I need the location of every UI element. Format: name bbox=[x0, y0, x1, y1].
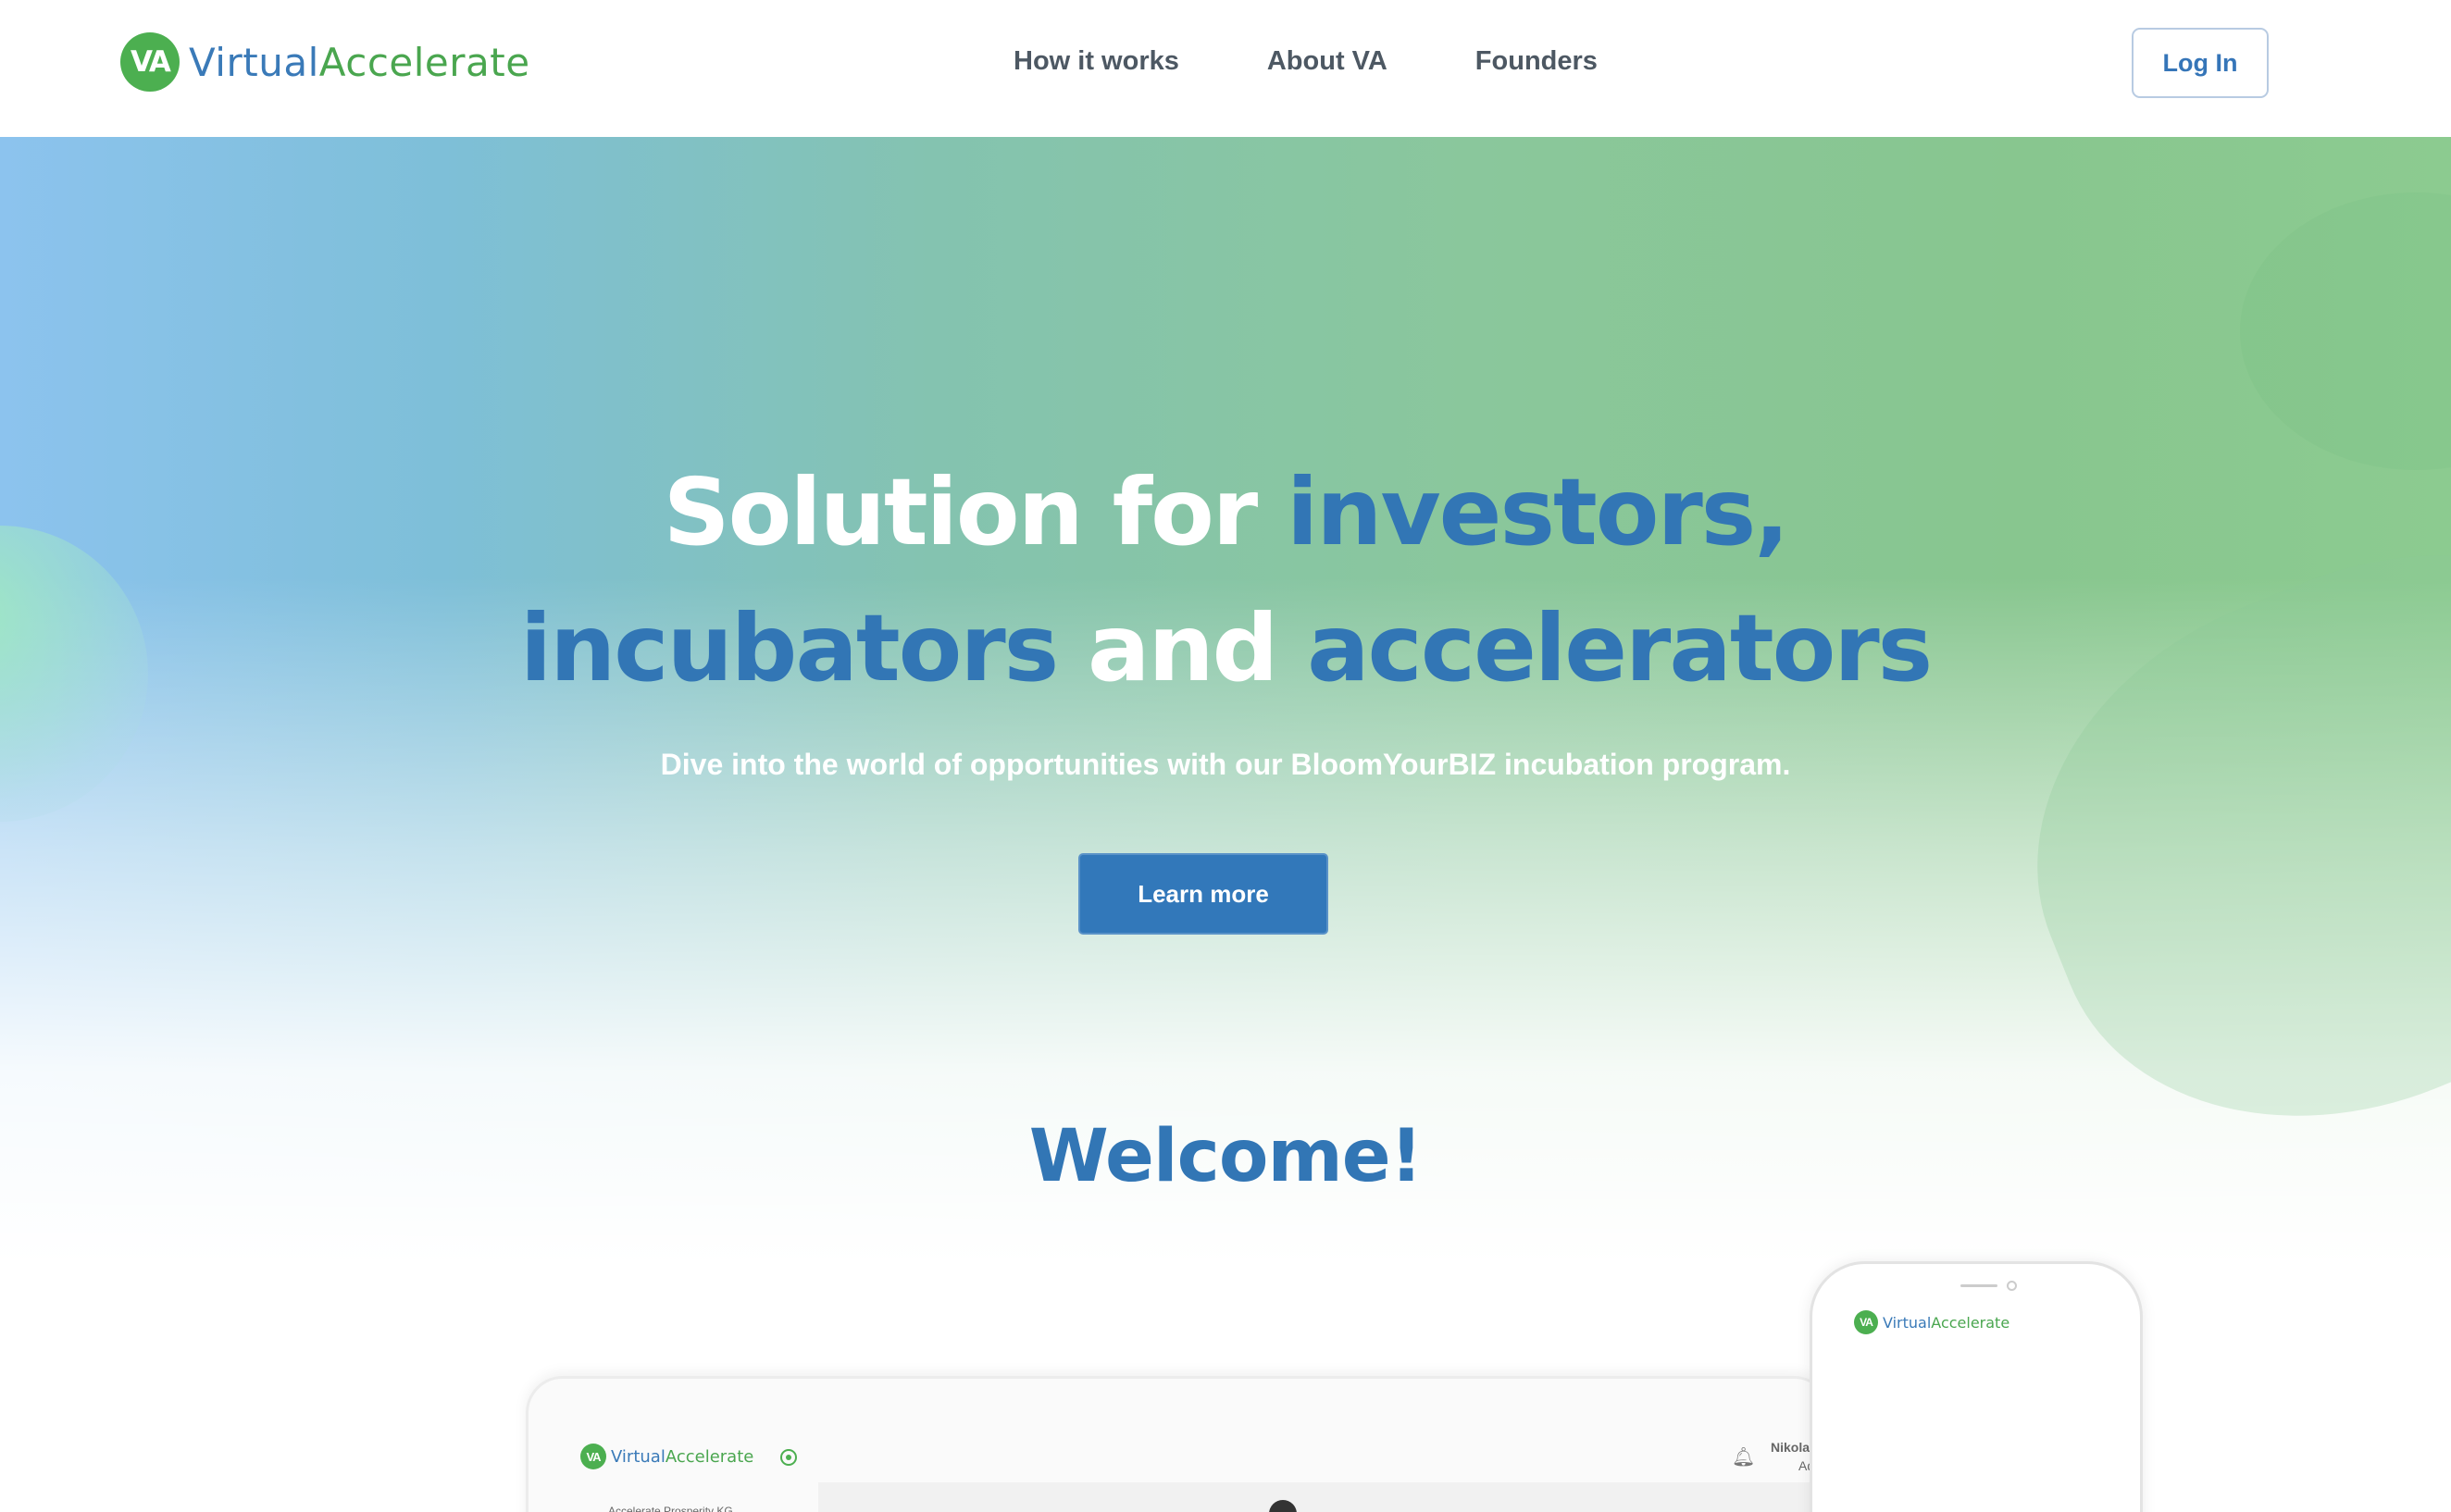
brand-name: VirtualAccelerate bbox=[189, 39, 530, 85]
phone-speaker bbox=[1960, 1284, 1997, 1287]
phone-logo-badge-icon: VA bbox=[1854, 1310, 1878, 1334]
mockup-user-role: Ad bbox=[1798, 1458, 1815, 1473]
phone-brand-logo: VA VirtualAccelerate bbox=[1854, 1310, 2009, 1334]
welcome-heading: Welcome! bbox=[1028, 1115, 1423, 1198]
mockup-brand-logo: VA VirtualAccelerate bbox=[580, 1444, 753, 1469]
landing-page: VA VirtualAccelerate How it works About … bbox=[0, 0, 2451, 1512]
nav-links: How it works About VA Founders bbox=[1014, 46, 1686, 77]
learn-more-button[interactable]: Learn more bbox=[1078, 853, 1328, 935]
nav-link-about-va[interactable]: About VA bbox=[1267, 46, 1387, 77]
top-navigation: VA VirtualAccelerate How it works About … bbox=[0, 0, 2451, 137]
hero-headline-line1: Solution for investors, bbox=[663, 458, 1790, 566]
brand-logo[interactable]: VA VirtualAccelerate bbox=[120, 32, 530, 92]
decorative-blob-top-right bbox=[2240, 192, 2451, 470]
decorative-blob-right bbox=[1963, 470, 2451, 1201]
phone-camera-icon bbox=[2007, 1281, 2017, 1291]
nav-link-founders[interactable]: Founders bbox=[1475, 46, 1598, 77]
mockup-org-selector: Accelerate Prosperity KG bbox=[608, 1505, 733, 1512]
hero-headline-line2: incubators and accelerators bbox=[519, 594, 1933, 702]
mockup-logo-badge-icon: VA bbox=[580, 1444, 606, 1469]
bell-icon: 🔔︎ bbox=[1732, 1447, 1756, 1468]
radio-target-icon bbox=[780, 1449, 797, 1466]
phone-mockup: VA VirtualAccelerate bbox=[1810, 1261, 2143, 1512]
nav-link-how-it-works[interactable]: How it works bbox=[1014, 46, 1179, 77]
mockup-user-name: Nikola bbox=[1771, 1440, 1810, 1455]
laptop-mockup: VA VirtualAccelerate 🔔︎ Nikola Ad Accele… bbox=[526, 1376, 1834, 1512]
mockup-content-area bbox=[818, 1482, 1834, 1512]
mockup-user-info: Nikola Ad bbox=[1771, 1438, 1814, 1475]
logo-badge-icon: VA bbox=[120, 32, 180, 92]
login-button[interactable]: Log In bbox=[2132, 28, 2269, 98]
mockup-brand-name: VirtualAccelerate bbox=[611, 1446, 754, 1467]
hero-subheading: Dive into the world of opportunities wit… bbox=[660, 748, 1791, 781]
phone-brand-name: VirtualAccelerate bbox=[1883, 1313, 2010, 1332]
